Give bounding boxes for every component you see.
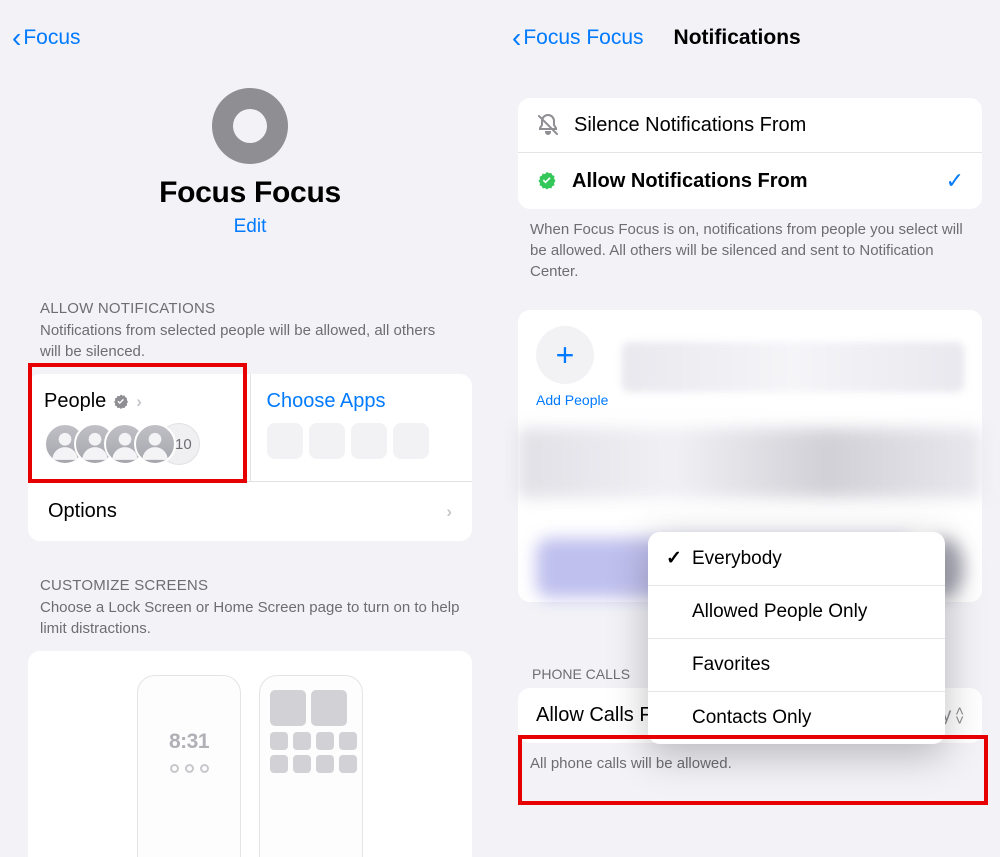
- checkmark-icon: ✓: [946, 168, 964, 194]
- allow-label: Allow Notifications From: [572, 170, 932, 193]
- popup-option-everybody[interactable]: ✓ Everybody: [648, 532, 945, 586]
- app-placeholder-icon: [351, 423, 387, 459]
- popup-option-contacts[interactable]: Contacts Only: [648, 692, 945, 744]
- lock-screen-dots-icon: [148, 764, 230, 773]
- lock-screen-time: 8:31: [148, 730, 230, 754]
- verified-icon: [112, 393, 130, 411]
- back-chevron-icon[interactable]: ‹: [12, 24, 21, 52]
- home-screen-preview[interactable]: [259, 675, 363, 857]
- screens-card: 8:31: [28, 651, 472, 857]
- app-tile-icon: [311, 690, 347, 726]
- options-row[interactable]: Options ›: [28, 481, 472, 541]
- popup-option-favorites[interactable]: Favorites: [648, 639, 945, 692]
- bell-slash-icon: [536, 113, 560, 137]
- page-title: Notifications: [674, 26, 801, 50]
- back-button[interactable]: Focus: [23, 26, 80, 50]
- focus-hero: Focus Focus Edit: [0, 58, 500, 248]
- add-people-label: Add People: [536, 392, 608, 408]
- app-tile-icon: [270, 755, 288, 773]
- nav-bar: ‹ Focus: [0, 0, 500, 58]
- popup-option-label: Contacts Only: [692, 707, 811, 729]
- app-placeholder-icon: [267, 423, 303, 459]
- back-button[interactable]: Focus Focus: [523, 26, 643, 50]
- plus-icon: +: [536, 326, 594, 384]
- lock-screen-preview[interactable]: 8:31: [137, 675, 241, 857]
- people-cell[interactable]: People › +10: [28, 374, 250, 481]
- calls-footer: All phone calls will be allowed.: [530, 753, 970, 774]
- allow-row[interactable]: Allow Notifications From ✓: [518, 152, 982, 209]
- app-tile-icon: [293, 732, 311, 750]
- nav-bar: ‹ Focus Focus Notifications: [500, 0, 1000, 58]
- allow-notif-title: ALLOW NOTIFICATIONS: [40, 300, 460, 317]
- left-pane: ‹ Focus Focus Focus Edit ALLOW NOTIFICAT…: [0, 0, 500, 857]
- silence-row[interactable]: Silence Notifications From: [518, 98, 982, 152]
- chevron-right-icon: ›: [136, 392, 142, 412]
- popup-option-label: Allowed People Only: [692, 601, 867, 623]
- focus-title: Focus Focus: [0, 176, 500, 210]
- app-placeholder-icon: [309, 423, 345, 459]
- popup-option-allowed[interactable]: Allowed People Only: [648, 586, 945, 639]
- blurred-content: [518, 428, 982, 498]
- people-label: People: [44, 390, 106, 413]
- edit-button[interactable]: Edit: [234, 216, 267, 238]
- popup-option-label: Favorites: [692, 654, 770, 676]
- customize-header: CUSTOMIZE SCREENS Choose a Lock Screen o…: [0, 541, 500, 639]
- app-tile-icon: [293, 755, 311, 773]
- popup-option-label: Everybody: [692, 548, 782, 570]
- notif-mode-card: Silence Notifications From Allow Notific…: [518, 98, 982, 209]
- checkmark-seal-icon: [536, 170, 558, 192]
- chevron-right-icon: ›: [446, 502, 452, 522]
- right-pane: ‹ Focus Focus Notifications Silence Noti…: [500, 0, 1000, 857]
- app-tile-icon: [316, 755, 334, 773]
- avatar-icon: [134, 423, 176, 465]
- app-tile-icon: [339, 755, 357, 773]
- updown-icon: ˄˅: [955, 707, 964, 725]
- allow-cells: People › +10 Choose Apps: [28, 374, 472, 481]
- calls-popup: ✓ Everybody Allowed People Only Favorite…: [648, 532, 945, 744]
- back-chevron-icon[interactable]: ‹: [512, 24, 521, 52]
- allow-card: People › +10 Choose Apps: [28, 374, 472, 541]
- focus-icon: [212, 88, 288, 164]
- app-tile-icon: [339, 732, 357, 750]
- choose-apps-cell[interactable]: Choose Apps: [250, 374, 473, 481]
- checkmark-icon: ✓: [666, 547, 682, 570]
- app-tile-icon: [270, 732, 288, 750]
- customize-title: CUSTOMIZE SCREENS: [40, 577, 460, 594]
- avatar-stack: +10: [44, 423, 234, 465]
- allow-notif-sub: Notifications from selected people will …: [40, 320, 460, 362]
- options-label: Options: [48, 500, 117, 523]
- customize-sub: Choose a Lock Screen or Home Screen page…: [40, 597, 460, 639]
- choose-apps-label: Choose Apps: [267, 390, 386, 413]
- allow-footer: When Focus Focus is on, notifications fr…: [530, 219, 970, 282]
- add-people-button[interactable]: + Add People: [536, 326, 608, 408]
- allow-notif-header: ALLOW NOTIFICATIONS Notifications from s…: [0, 248, 500, 362]
- app-tile-icon: [270, 690, 306, 726]
- app-tile-icon: [316, 732, 334, 750]
- app-placeholder-icon: [393, 423, 429, 459]
- blurred-content: [622, 342, 964, 392]
- app-placeholders: [267, 423, 457, 459]
- silence-label: Silence Notifications From: [574, 114, 964, 137]
